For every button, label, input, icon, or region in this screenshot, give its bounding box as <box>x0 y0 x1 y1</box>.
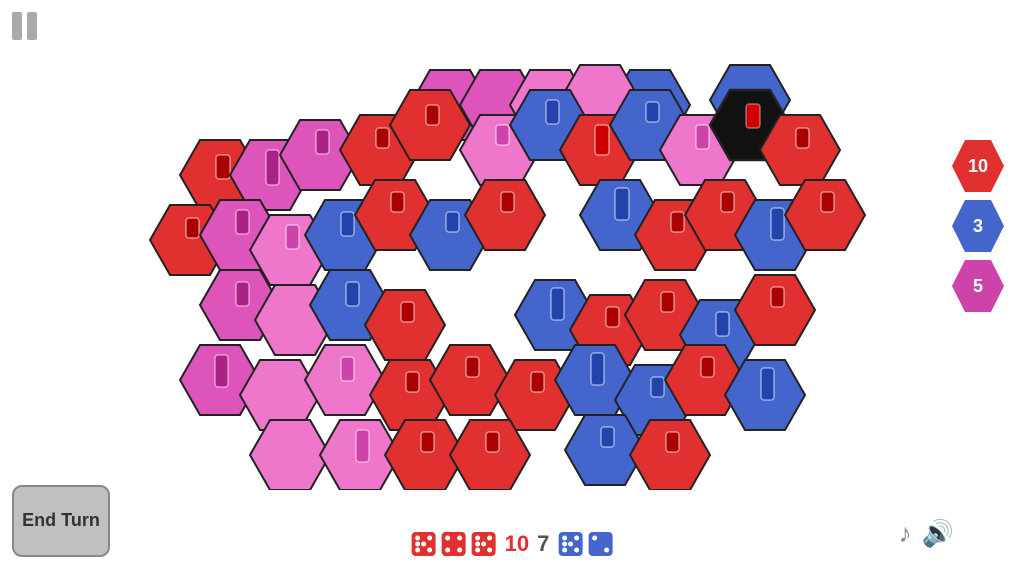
end-turn-button[interactable]: End Turn <box>12 485 110 557</box>
separator: 7 <box>537 531 549 557</box>
hex-grid[interactable] <box>140 60 900 490</box>
volume-icon[interactable]: 🔊 <box>922 518 954 549</box>
blue-dice-group <box>557 531 613 557</box>
pause-bar-right <box>27 12 37 40</box>
pause-bar-left <box>12 12 22 40</box>
red-dice-3 <box>471 531 497 557</box>
red-dice-group <box>411 531 497 557</box>
blue-dice-2 <box>587 531 613 557</box>
music-icon[interactable]: ♪ <box>899 518 912 549</box>
red-count-badge: 10 <box>952 140 1004 192</box>
blue-count-badge: 3 <box>952 200 1004 252</box>
sound-controls[interactable]: ♪ 🔊 <box>899 518 954 549</box>
blue-dice-1 <box>557 531 583 557</box>
pink-count-badge: 5 <box>952 260 1004 312</box>
pause-button[interactable] <box>12 12 37 40</box>
side-panel: 10 3 5 <box>952 140 1004 312</box>
red-dice-2 <box>441 531 467 557</box>
red-score: 10 <box>505 531 529 557</box>
red-dice-1 <box>411 531 437 557</box>
bottom-status-bar: 10 7 <box>411 531 614 557</box>
game-board <box>140 60 900 490</box>
